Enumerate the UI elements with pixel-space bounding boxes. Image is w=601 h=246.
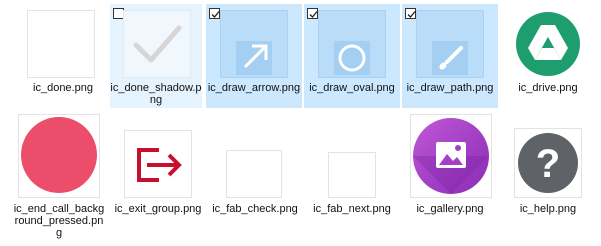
oval-icon: [338, 44, 366, 72]
thumbnail: [514, 10, 582, 78]
file-item[interactable]: ic_gallery.png: [404, 112, 496, 222]
file-item[interactable]: ic_draw_oval.png: [304, 4, 400, 108]
file-item[interactable]: ic_draw_arrow.png: [206, 4, 302, 108]
help-icon: ?: [518, 133, 578, 193]
arrow-icon: [243, 44, 268, 69]
checkbox-checked[interactable]: [307, 8, 318, 19]
file-name: ic_draw_arrow.png: [207, 82, 301, 94]
file-name: ic_drive.png: [518, 82, 578, 94]
file-item[interactable]: ic_fab_next.png: [306, 112, 398, 222]
exit-group-icon: [137, 148, 182, 182]
thumbnail: [318, 10, 386, 78]
file-name: ic_done.png: [33, 82, 93, 94]
file-item[interactable]: ic_drive.png: [500, 4, 596, 108]
thumbnail: [18, 114, 100, 198]
file-item[interactable]: ? ic_help.png: [502, 112, 594, 222]
thumbnail: [226, 150, 282, 198]
brush-icon: [439, 46, 463, 70]
thumbnail: [220, 10, 288, 78]
file-name: ic_fab_next.png: [313, 203, 391, 215]
thumbnail: [123, 10, 191, 78]
file-name: ic_exit_group.png: [114, 203, 202, 215]
file-name: ic_fab_check.png: [212, 203, 298, 215]
file-item[interactable]: ic_done_shadow.png: [110, 4, 202, 108]
thumbnail: [27, 10, 95, 78]
file-name: ic_draw_path.png: [406, 82, 494, 94]
red-circle-icon: [21, 117, 97, 193]
file-item[interactable]: ic_end_call_background_pressed.png: [12, 112, 106, 244]
thumbnail: [124, 130, 192, 198]
file-name: ic_gallery.png: [416, 203, 484, 215]
file-name: ic_done_shadow.png: [110, 82, 202, 106]
file-name: ic_end_call_background_pressed.png: [13, 203, 105, 239]
file-name: ic_help.png: [519, 203, 577, 215]
svg-text:?: ?: [536, 142, 560, 186]
checkbox-checked[interactable]: [405, 8, 416, 19]
checkmark-icon: [133, 25, 182, 63]
file-item[interactable]: ic_exit_group.png: [112, 112, 204, 222]
thumbnail: [328, 152, 376, 198]
file-item[interactable]: ic_draw_path.png: [402, 4, 498, 108]
file-item[interactable]: ic_done.png: [18, 4, 108, 108]
thumbnail: [416, 10, 484, 78]
file-name: ic_draw_oval.png: [309, 82, 395, 94]
file-item[interactable]: ic_fab_check.png: [210, 112, 300, 222]
google-drive-icon: [516, 12, 580, 76]
checkbox-checked[interactable]: [209, 8, 220, 19]
gallery-icon: [413, 118, 489, 194]
thumbnail: [410, 114, 492, 198]
thumbnail: ?: [514, 128, 582, 198]
